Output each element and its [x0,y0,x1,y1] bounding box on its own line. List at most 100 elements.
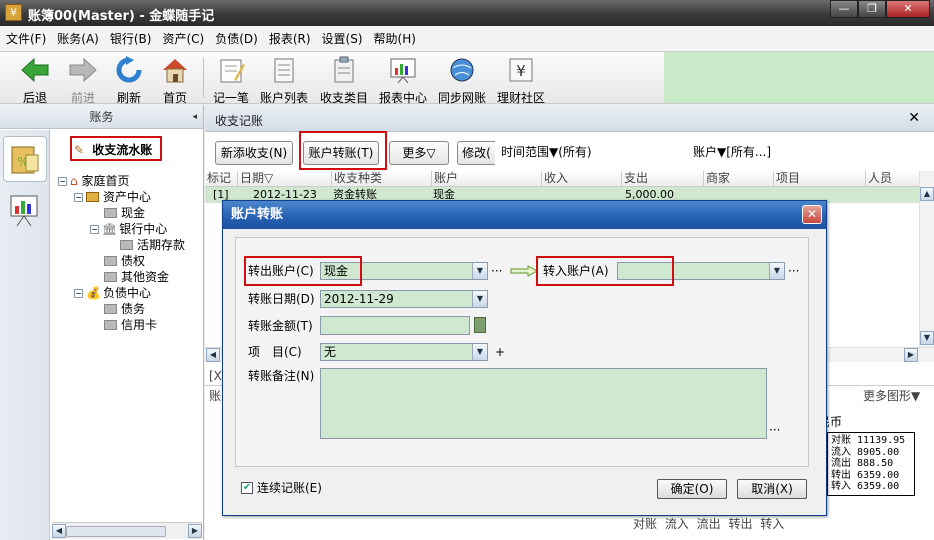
collapse-toggle-icon[interactable]: − [90,225,99,234]
dialog-close-button[interactable]: ✕ [802,205,822,224]
collapse-arrow-icon[interactable]: ◂ [192,105,197,129]
column-project[interactable]: 项目 [773,171,865,187]
column-merchant[interactable]: 商家 [703,171,773,187]
menu-assets[interactable]: 资产(C) [162,30,204,47]
new-record-button[interactable]: 新添收支(N) [215,141,293,165]
cancel-button[interactable]: 取消(X) [737,479,807,499]
asset-folder-icon [86,192,99,202]
report-chart-icon [390,58,416,84]
collapse-toggle-icon[interactable]: − [74,289,83,298]
column-account[interactable]: 账户 [431,171,541,187]
column-person[interactable]: 人员 [865,171,919,187]
table-vertical-scrollbar[interactable]: ▲ ▼ [919,171,934,347]
sync-button[interactable]: 同步网账 [434,54,490,105]
chevron-down-icon[interactable]: ▼ [472,263,487,279]
project-select[interactable]: 无 ▼ [320,343,488,361]
chevron-down-icon[interactable]: ▼ [769,263,784,279]
record-button[interactable]: 记一笔 [209,54,253,105]
tab-ledger[interactable]: % [3,136,47,182]
time-range-filter[interactable]: 时间范围▼(所有) [501,143,592,161]
from-account-more-button[interactable]: ··· [491,262,502,280]
categories-icon [334,56,354,83]
column-mark[interactable]: 标记 [205,171,235,187]
close-window-button[interactable]: ✕ [886,0,930,18]
chevron-down-icon[interactable]: ▼ [472,344,487,360]
tree-item-claims[interactable]: 债权 [104,253,145,269]
column-date[interactable]: 日期▽ [237,171,331,187]
to-account-more-button[interactable]: ··· [788,262,799,280]
menu-help[interactable]: 帮助(H) [374,30,416,47]
ledger-money-icon: % [11,146,39,174]
account-list-label: 账户列表 [259,91,308,105]
tree-other-funds-label: 其他资金 [121,270,170,284]
scroll-down-icon[interactable]: ▼ [920,331,934,345]
tree-item-cash[interactable]: 现金 [104,205,145,221]
collapse-toggle-icon[interactable]: − [58,177,67,186]
scroll-up-icon[interactable]: ▲ [920,187,934,201]
amount-input[interactable] [320,316,470,335]
close-panel-icon[interactable]: ✕ [908,110,920,126]
report-board-icon [10,195,38,227]
menu-bank[interactable]: 银行(B) [110,30,152,47]
account-list-button[interactable]: 账户列表 [256,54,312,105]
app-icon: ¥ [5,4,22,21]
scroll-right-icon[interactable]: ▶ [188,524,202,538]
tree-item-demand-deposit[interactable]: 活期存款 [120,237,185,253]
date-label: 转账日期(D) [248,292,315,306]
collapse-toggle-icon[interactable]: − [74,193,83,202]
tree-item-home[interactable]: − ⌂ 家庭首页 [58,173,129,189]
continuous-record-checkbox[interactable]: ✔ [241,482,253,494]
column-income[interactable]: 收入 [541,171,621,187]
tree-assets-label: 资产中心 [103,190,152,204]
window-title: 账簿00(Master) - 金蝶随手记 [28,9,215,24]
menu-liabilities[interactable]: 负债(D) [215,30,258,47]
more-charts-link[interactable]: 更多图形▼ [863,387,920,405]
scroll-right-icon[interactable]: ▶ [904,348,918,362]
transfer-arrow-icon [510,265,538,277]
tree-item-assets[interactable]: − 资产中心 [74,189,151,205]
remark-more-button[interactable]: ··· [769,421,780,439]
tree-item-liabilities[interactable]: − 💰 负债中心 [74,285,151,301]
modify-button[interactable]: 修改( [457,141,495,165]
window-controls: — ❐ ✕ [830,0,930,18]
tree-item-debt[interactable]: 债务 [104,301,145,317]
home-label: 首页 [162,91,187,105]
column-expense[interactable]: 支出 [621,171,703,187]
more-button[interactable]: 更多▽ [389,141,449,165]
home-button[interactable]: 首页 [154,54,196,105]
account-filter[interactable]: 账户▼[所有...] [693,143,771,161]
date-picker[interactable]: 2012-11-29 ▼ [320,290,488,308]
report-center-button[interactable]: 报表中心 [375,54,431,105]
menu-settings[interactable]: 设置(S) [322,30,363,47]
tree-claims-label: 债权 [121,254,146,268]
ok-button[interactable]: 确定(O) [657,479,727,499]
back-button[interactable]: 后退 [12,54,58,105]
tree-item-bank[interactable]: − 🏛 银行中心 [90,221,167,237]
forward-button[interactable]: 前进 [60,54,106,105]
tab-reports[interactable] [3,188,47,234]
tree-cash-label: 现金 [121,206,146,220]
tree-item-credit-card[interactable]: 信用卡 [104,317,157,333]
menu-reports[interactable]: 报表(R) [269,30,311,47]
left-horizontal-scrollbar[interactable]: ◀ ▶ [52,522,202,539]
folder-icon [120,240,133,250]
refresh-button[interactable]: 刷新 [108,54,150,105]
minimize-button[interactable]: — [830,0,858,18]
scroll-left-icon[interactable]: ◀ [52,524,66,538]
calculator-icon[interactable] [474,317,486,333]
community-button[interactable]: ¥ 理财社区 [493,54,549,105]
scroll-left-icon[interactable]: ◀ [206,348,220,362]
menu-account[interactable]: 账务(A) [57,30,99,47]
left-panel-title: 账务 [89,110,114,124]
column-type[interactable]: 收支种类 [331,171,431,187]
menu-file[interactable]: 文件(F) [6,30,46,47]
maximize-button[interactable]: ❐ [858,0,886,18]
scroll-thumb[interactable] [66,526,166,537]
chevron-down-icon[interactable]: ▼ [472,291,487,307]
add-project-button[interactable]: + [495,343,505,361]
remark-textarea[interactable] [320,368,767,439]
title-bar: ¥ 账簿00(Master) - 金蝶随手记 — ❐ ✕ [0,0,934,26]
tree-item-other-funds[interactable]: 其他资金 [104,269,169,285]
toolbar-banner-area [664,52,934,103]
categories-button[interactable]: 收支类目 [316,54,372,105]
